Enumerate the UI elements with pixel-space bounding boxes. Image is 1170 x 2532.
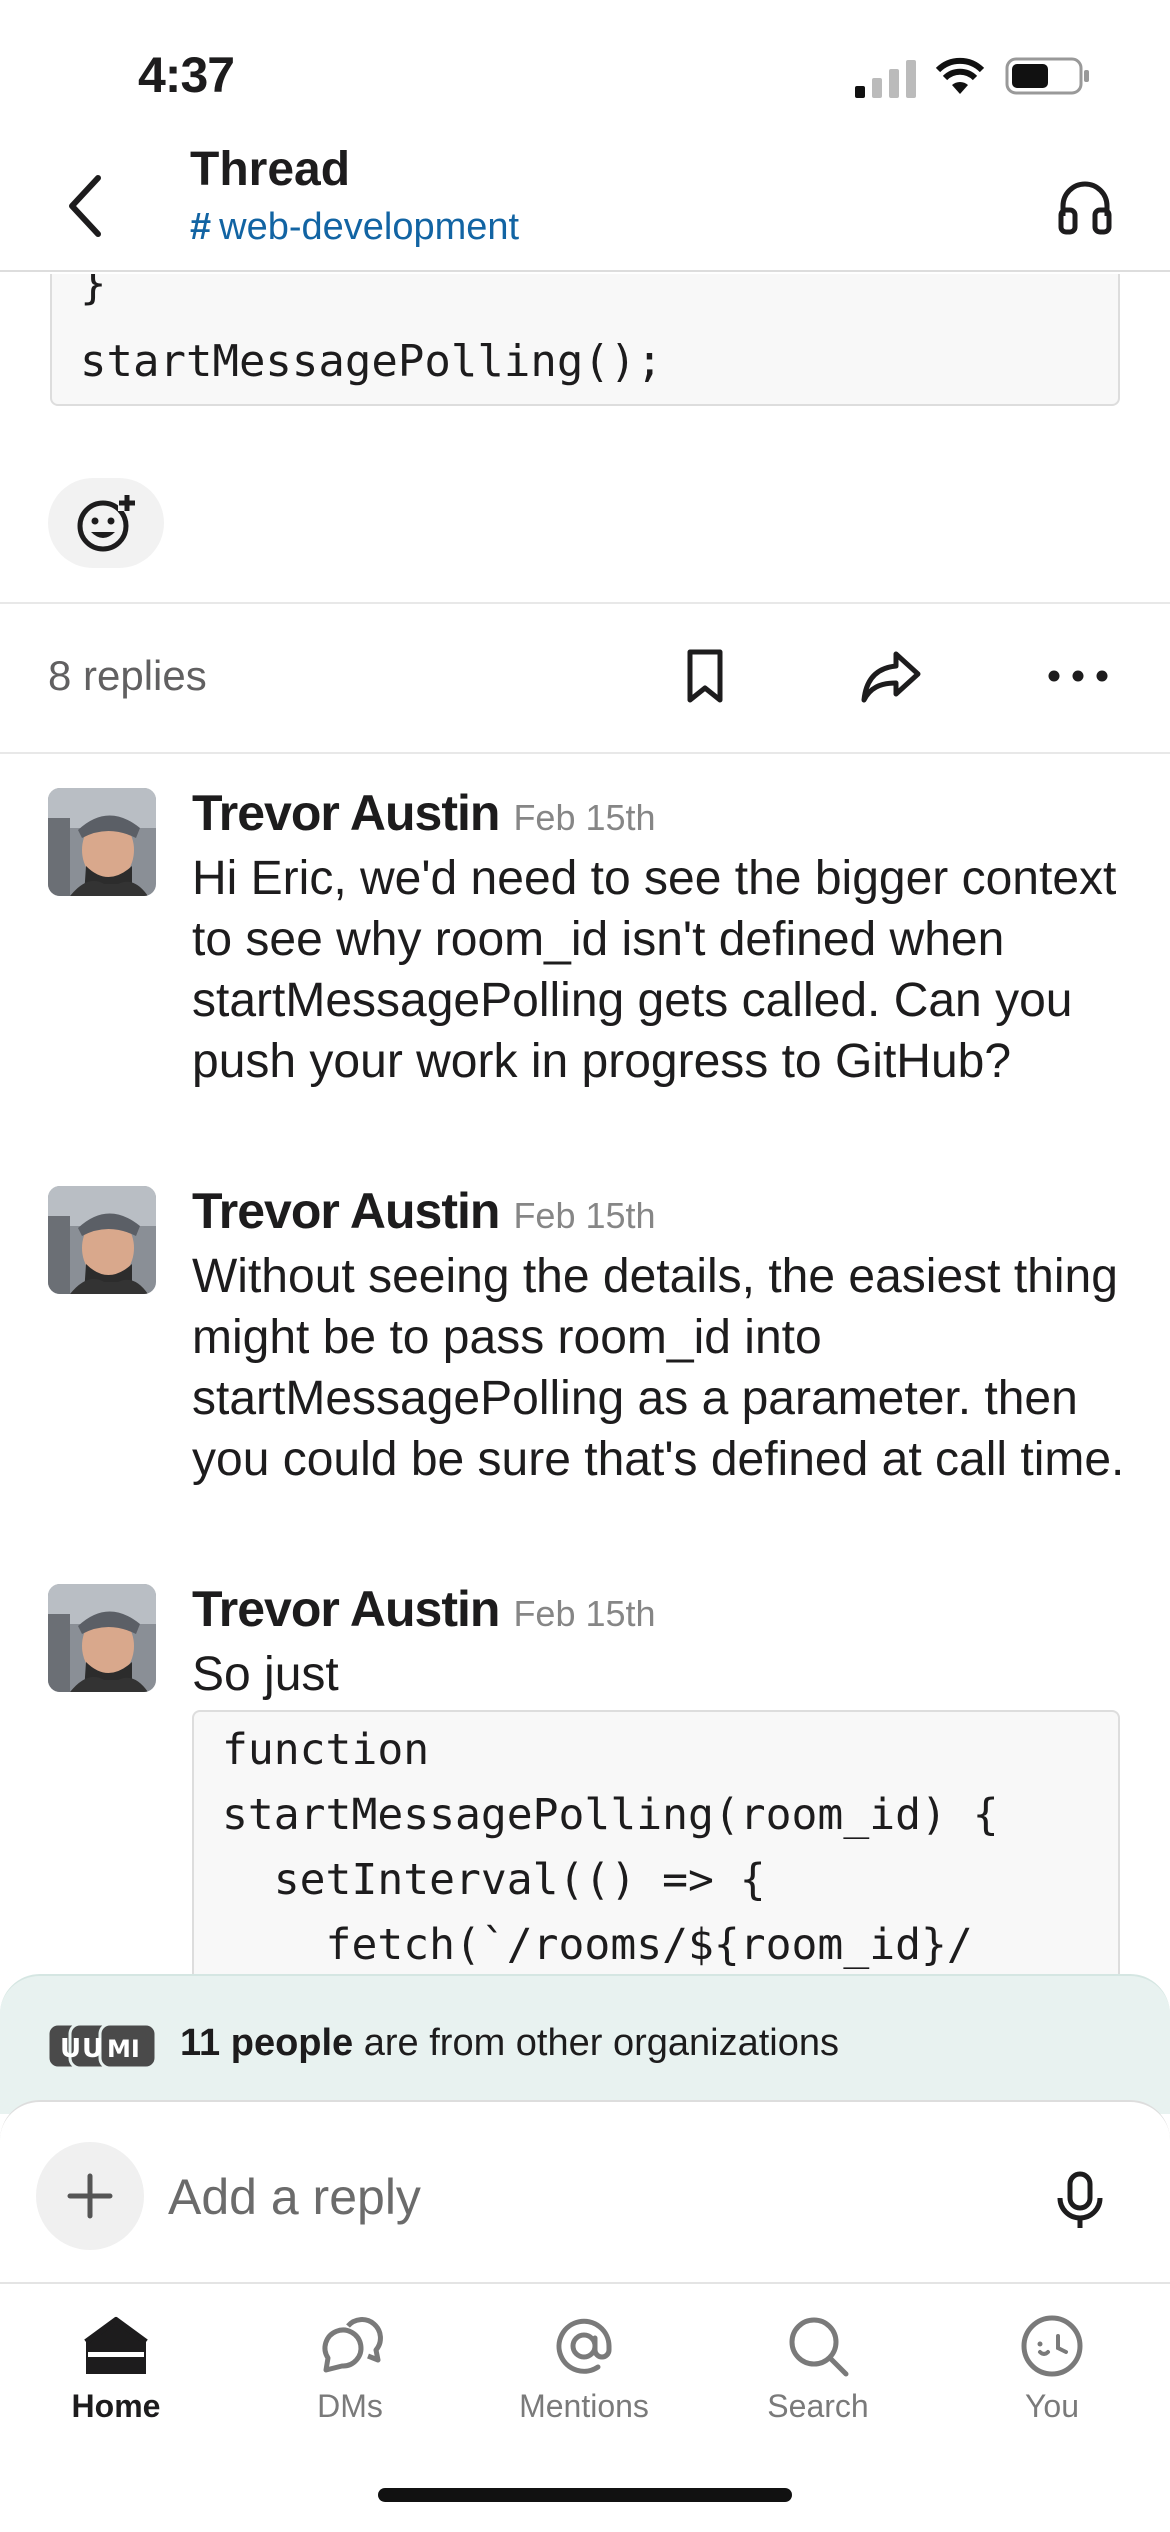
microphone-icon[interactable] bbox=[1052, 2170, 1108, 2230]
wifi-icon bbox=[935, 57, 985, 94]
channel-link[interactable]: # web-development bbox=[190, 206, 519, 249]
tab-search[interactable]: Search bbox=[718, 2304, 918, 2444]
message-text: So just bbox=[192, 1648, 339, 1701]
battery-icon bbox=[1005, 57, 1089, 95]
tab-label: You bbox=[1025, 2388, 1079, 2424]
page-title: Thread bbox=[190, 143, 351, 196]
message-header: Trevor Austin Feb 15th bbox=[192, 1580, 656, 1638]
avatar[interactable] bbox=[48, 1584, 156, 1692]
tab-label: DMs bbox=[317, 2388, 383, 2424]
channel-name: web-development bbox=[219, 206, 520, 248]
org-avatar-letter: U bbox=[60, 2034, 81, 2064]
tab-label: Mentions bbox=[519, 2388, 649, 2424]
code-block: function startMessagePolling(room_id) { … bbox=[192, 1710, 1120, 1974]
attach-plus-button[interactable] bbox=[36, 2142, 144, 2250]
thread-content[interactable]: } startMessagePolling(); 8 replies Trevo… bbox=[0, 274, 1170, 1974]
you-icon bbox=[1021, 2315, 1083, 2377]
message-header: Trevor Austin Feb 15th bbox=[192, 784, 656, 842]
replies-bar: 8 replies bbox=[0, 602, 1170, 754]
mentions-icon bbox=[556, 2318, 612, 2374]
status-time: 4:37 bbox=[138, 47, 235, 103]
author-name[interactable]: Trevor Austin bbox=[192, 1581, 500, 1637]
message-text: Hi Eric, we'd need to see the bigger con… bbox=[192, 852, 1117, 1088]
message-header: Trevor Austin Feb 15th bbox=[192, 1182, 656, 1240]
search-icon bbox=[789, 2317, 849, 2377]
home-indicator[interactable] bbox=[378, 2488, 792, 2502]
org-banner-text: 11 people are from other organizations bbox=[180, 2022, 839, 2065]
message-timestamp[interactable]: Feb 15th bbox=[513, 1593, 655, 1634]
add-reaction-button[interactable] bbox=[48, 478, 164, 568]
org-banner-rest: are from other organizations bbox=[363, 2022, 840, 2064]
author-name[interactable]: Trevor Austin bbox=[192, 1183, 500, 1239]
back-arrow-icon[interactable] bbox=[58, 168, 114, 244]
parent-code-block: } startMessagePolling(); bbox=[50, 274, 1120, 406]
external-org-banner[interactable]: U U MI 11 people are from other organiza… bbox=[0, 1974, 1170, 2114]
status-bar: 4:37 bbox=[0, 0, 1170, 140]
message-text: Without seeing the details, the easiest … bbox=[192, 1250, 1125, 1486]
reply-input[interactable] bbox=[168, 2162, 1018, 2232]
home-icon bbox=[84, 2317, 148, 2374]
message-timestamp[interactable]: Feb 15th bbox=[513, 1195, 655, 1236]
plus-icon bbox=[67, 2173, 113, 2219]
message-timestamp[interactable]: Feb 15th bbox=[513, 797, 655, 838]
tab-label: Search bbox=[767, 2388, 869, 2424]
tab-mentions[interactable]: Mentions bbox=[484, 2304, 684, 2444]
channel-hash: # bbox=[190, 206, 212, 248]
dms-icon bbox=[322, 2317, 383, 2373]
add-emoji-icon bbox=[77, 493, 136, 552]
org-people-count: 11 people bbox=[180, 2022, 354, 2064]
replies-count: 8 replies bbox=[48, 652, 207, 699]
tab-label: Home bbox=[71, 2388, 161, 2424]
tab-you[interactable]: You bbox=[952, 2304, 1152, 2444]
avatar[interactable] bbox=[48, 1186, 156, 1294]
code-line: startMessagePolling(); bbox=[80, 336, 663, 387]
avatar[interactable] bbox=[48, 788, 156, 896]
more-actions-icon[interactable] bbox=[1045, 646, 1111, 706]
bookmark-icon[interactable] bbox=[680, 646, 730, 706]
share-forward-icon[interactable] bbox=[858, 646, 924, 706]
tab-dms[interactable]: DMs bbox=[250, 2304, 450, 2444]
org-avatar-letter: U bbox=[82, 2034, 103, 2064]
cellular-signal-icon bbox=[855, 60, 916, 98]
reply-composer bbox=[0, 2100, 1170, 2282]
org-avatar-letter: MI bbox=[107, 2035, 140, 2063]
author-name[interactable]: Trevor Austin bbox=[192, 785, 500, 841]
org-avatars-icon: U U MI bbox=[46, 2022, 158, 2070]
code-line: } bbox=[80, 274, 107, 309]
huddle-headphones-icon[interactable] bbox=[1055, 176, 1115, 236]
thread-header: Thread # web-development bbox=[0, 140, 1170, 272]
tab-home[interactable]: Home bbox=[16, 2304, 216, 2444]
